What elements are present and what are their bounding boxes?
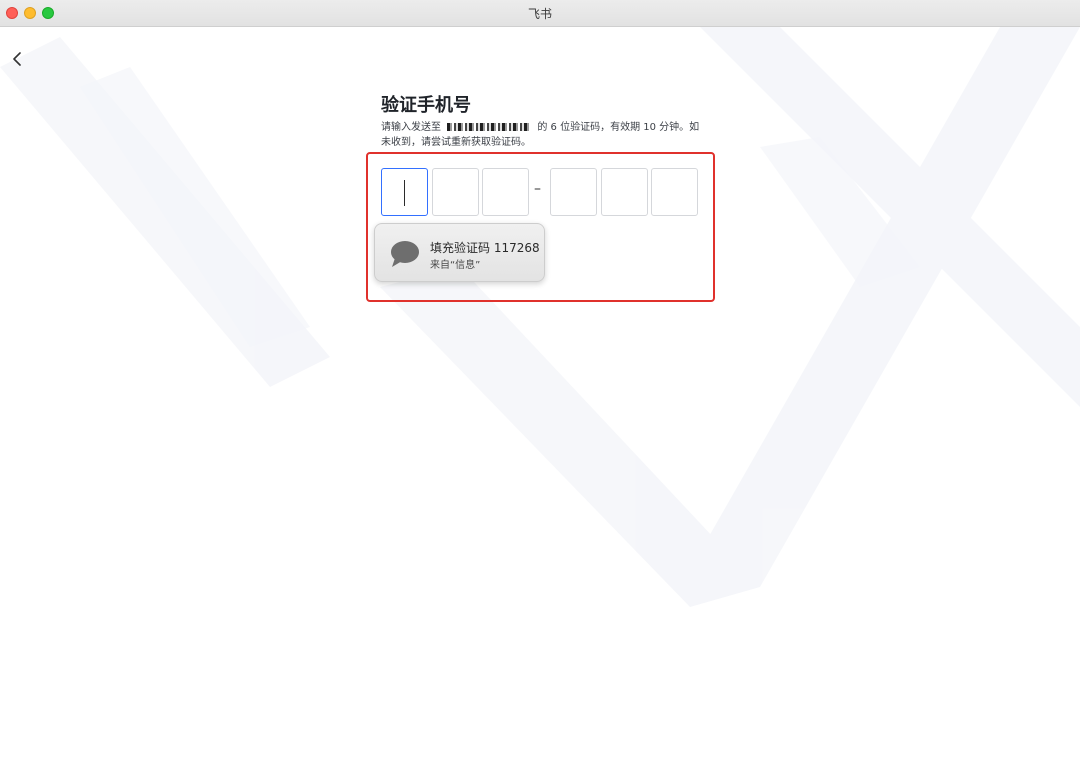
code-digit-5[interactable] bbox=[601, 168, 648, 216]
page-title: 验证手机号 bbox=[381, 95, 471, 116]
code-digit-4[interactable] bbox=[550, 168, 597, 216]
code-digit-2[interactable] bbox=[432, 168, 479, 216]
instructions-prefix: 请输入发送至 bbox=[381, 122, 441, 133]
message-bubble-icon bbox=[391, 241, 419, 267]
text-caret bbox=[404, 180, 405, 206]
main-content: 验证手机号 请输入发送至 的 6 位验证码，有效期 10 分钟。如未收到，请尝试… bbox=[0, 27, 1080, 765]
chevron-left-icon bbox=[13, 52, 21, 66]
code-digit-1[interactable] bbox=[381, 168, 428, 216]
verification-instructions: 请输入发送至 的 6 位验证码，有效期 10 分钟。如未收到，请尝试重新获取验证… bbox=[381, 120, 706, 150]
masked-phone-number bbox=[447, 123, 532, 131]
code-digit-3[interactable] bbox=[482, 168, 529, 216]
window-title: 飞书 bbox=[527, 7, 552, 21]
app-window: 飞书 验证手机号 请输入发送至 的 6 位验证码，有效期 10 分钟。如未收到，… bbox=[0, 0, 1080, 765]
code-separator: – bbox=[534, 181, 541, 197]
autofill-source-text: 来自“信息” bbox=[430, 260, 481, 271]
autofill-code-text: 填充验证码 117268 bbox=[430, 241, 540, 255]
back-button[interactable] bbox=[6, 48, 28, 70]
code-digit-6[interactable] bbox=[651, 168, 698, 216]
title-bar: 飞书 bbox=[0, 0, 1080, 27]
autofill-code-suggestion[interactable]: 填充验证码 117268 来自“信息” bbox=[374, 223, 545, 282]
